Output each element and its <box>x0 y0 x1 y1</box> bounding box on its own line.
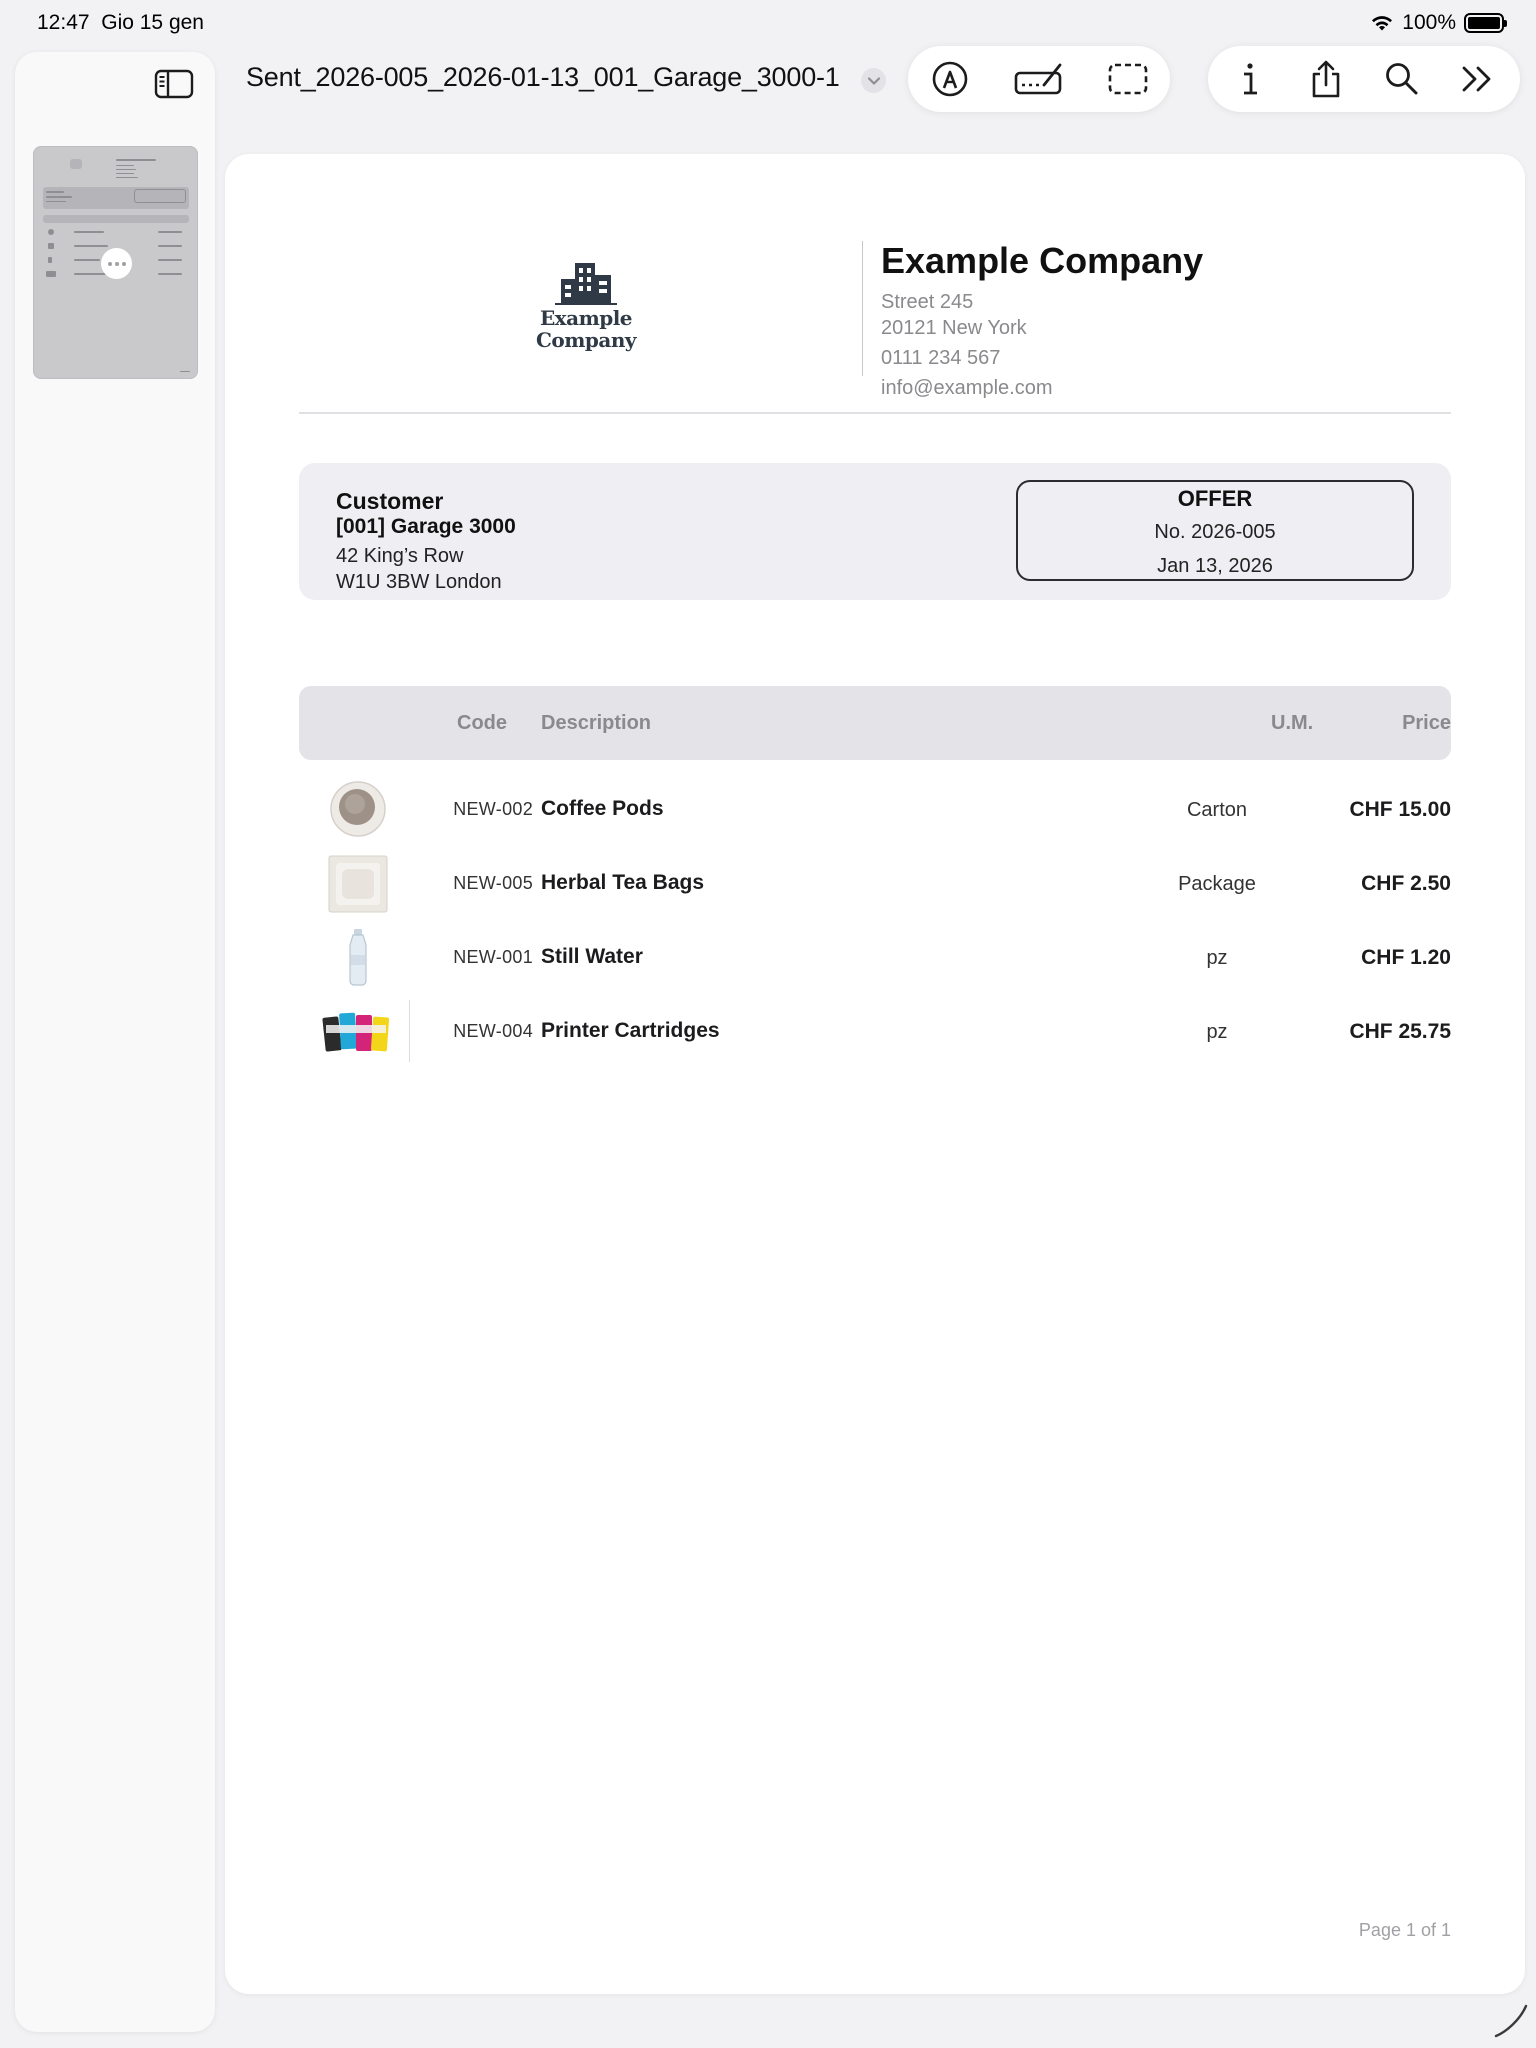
share-icon <box>1312 60 1340 98</box>
chevron-down-icon <box>867 76 880 85</box>
buildings-icon <box>555 263 617 305</box>
signature-button[interactable] <box>1013 53 1065 105</box>
title-menu-button[interactable] <box>861 68 886 93</box>
info-button[interactable] <box>1224 53 1276 105</box>
company-logo: Example Company <box>521 259 651 351</box>
search-button[interactable] <box>1376 53 1428 105</box>
document-toolbar <box>1208 46 1520 112</box>
wifi-icon <box>1372 16 1393 31</box>
offer-title: OFFER <box>1177 486 1253 511</box>
company-city: 20121 New York <box>881 317 1027 339</box>
pencil-hover-indicator-icon <box>1494 2004 1528 2038</box>
markup-button[interactable] <box>924 53 976 105</box>
row-code: NEW-001 <box>453 947 533 967</box>
customer-heading: Customer <box>336 488 444 514</box>
image-divider <box>409 1000 410 1062</box>
tea-bag-image <box>313 853 403 913</box>
sidebar-toggle-button[interactable] <box>148 64 200 104</box>
page-thumbnail[interactable] <box>33 146 198 379</box>
row-um: pz <box>1206 1021 1228 1043</box>
logo-line-2: Company <box>535 328 637 352</box>
row-price: CHF 2.50 <box>1361 872 1451 895</box>
row-um: pz <box>1206 947 1228 969</box>
document-title[interactable]: Sent_2026-005_2026-01-13_001_Garage_3000… <box>246 62 840 93</box>
row-price: CHF 15.00 <box>1349 798 1451 821</box>
table-header: Code Description U.M. Price <box>299 686 1451 760</box>
coffee-pod-image <box>313 779 403 839</box>
table-row: NEW-002 Coffee Pods Carton CHF 15.00 <box>299 772 1451 846</box>
customer-name: [001] Garage 3000 <box>336 515 516 538</box>
battery-percent: 100% <box>1402 11 1456 34</box>
thumbnail-more-button[interactable] <box>101 248 132 279</box>
dot-icon <box>121 261 126 266</box>
water-bottle-image <box>313 927 403 987</box>
row-description: Printer Cartridges <box>541 1019 720 1042</box>
row-code: NEW-005 <box>453 873 533 893</box>
column-price: Price <box>1402 712 1451 734</box>
markup-pen-icon <box>932 61 968 97</box>
company-name: Example Company <box>881 240 1204 281</box>
battery-icon <box>1464 13 1507 33</box>
status-time: 12:47 Gio 15 gen <box>37 11 204 34</box>
offer-number: No. 2026-005 <box>1154 521 1276 543</box>
row-code: NEW-004 <box>453 1021 533 1041</box>
column-code: Code <box>457 712 507 734</box>
search-icon <box>1386 63 1418 95</box>
dot-icon <box>114 261 119 266</box>
share-button[interactable] <box>1300 53 1352 105</box>
header-divider <box>862 241 863 376</box>
sidebar-icon <box>154 69 194 99</box>
column-description: Description <box>541 712 652 734</box>
selection-rect-icon <box>1108 63 1148 95</box>
company-email: info@example.com <box>881 377 1053 399</box>
row-um: Package <box>1178 873 1256 895</box>
status-indicators: 100% <box>1370 11 1507 35</box>
logo-line-1: Example <box>539 306 633 330</box>
offer-box: OFFER No. 2026-005 Jan 13, 2026 <box>1016 480 1414 581</box>
dot-icon <box>107 261 112 266</box>
row-price: CHF 25.75 <box>1349 1020 1451 1043</box>
status-bar: 12:47 Gio 15 gen 100% <box>0 0 1536 46</box>
row-code: NEW-002 <box>453 799 533 819</box>
offer-date: Jan 13, 2026 <box>1157 555 1273 577</box>
company-phone: 0111 234 567 <box>881 347 1001 369</box>
more-button[interactable] <box>1452 53 1504 105</box>
company-street: Street 245 <box>881 291 974 313</box>
document-page: Example Company Example Company Street 2… <box>225 154 1525 1994</box>
customer-address-1: 42 King’s Row <box>336 545 464 567</box>
markup-toolbar <box>908 46 1170 112</box>
table-row: NEW-004 Printer Cartridges pz CHF 25.75 <box>299 994 1451 1068</box>
row-description: Herbal Tea Bags <box>541 871 705 894</box>
thumbnail-sidebar <box>15 52 215 2032</box>
customer-box: Customer [001] Garage 3000 42 King’s Row… <box>299 463 1451 600</box>
row-price: CHF 1.20 <box>1361 946 1451 969</box>
row-description: Coffee Pods <box>541 797 664 820</box>
table-row: NEW-001 Still Water pz CHF 1.20 <box>299 920 1451 994</box>
customer-address-2: W1U 3BW London <box>336 571 502 593</box>
selection-button[interactable] <box>1102 53 1154 105</box>
table-row: NEW-005 Herbal Tea Bags Package CHF 2.50 <box>299 846 1451 920</box>
signature-icon <box>1014 63 1062 95</box>
more-chevrons-icon <box>1462 66 1491 92</box>
info-icon <box>1244 63 1257 95</box>
header-rule <box>299 412 1451 414</box>
row-um: Carton <box>1186 799 1248 821</box>
row-description: Still Water <box>541 945 643 968</box>
page-number: Page 1 of 1 <box>1358 1920 1451 1940</box>
column-um: U.M. <box>1271 712 1314 734</box>
printer-cartridges-image <box>313 1001 403 1061</box>
